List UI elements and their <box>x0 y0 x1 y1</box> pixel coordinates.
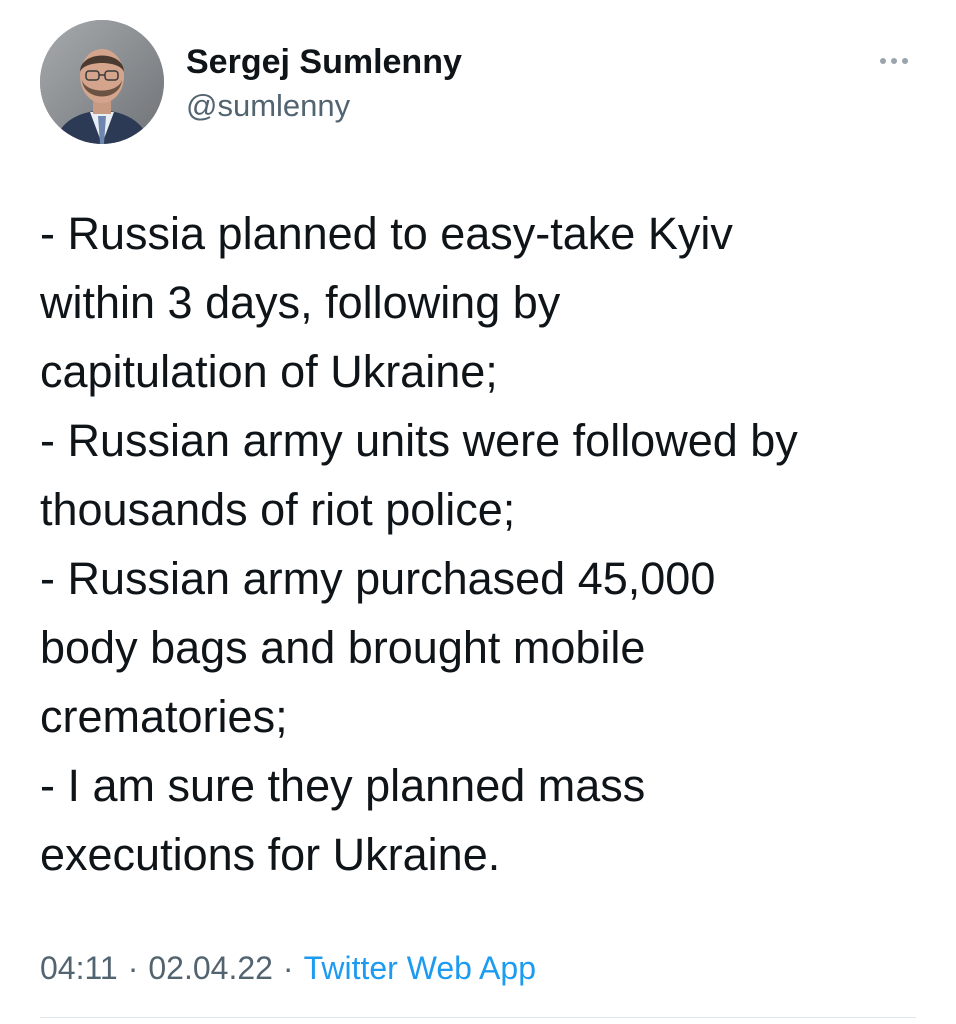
more-dot <box>902 58 908 64</box>
tweet-time[interactable]: 04:11 <box>40 950 118 986</box>
tweet-text-line: - I am sure they planned mass <box>40 760 646 811</box>
tweet-text-line: capitulation of Ukraine; <box>40 346 498 397</box>
tweet-source-link[interactable]: Twitter Web App <box>304 950 536 986</box>
tweet-text-line: - Russian army units were followed by <box>40 415 798 466</box>
profile-photo <box>40 20 164 144</box>
avatar[interactable] <box>40 20 164 144</box>
tweet-text-line: body bags and brought mobile <box>40 622 646 673</box>
tweet-text-line: executions for Ukraine. <box>40 829 501 880</box>
more-options-button[interactable] <box>868 44 920 78</box>
tweet-text-line: within 3 days, following by <box>40 277 561 328</box>
tweet-text-line: crematories; <box>40 691 288 742</box>
meta-separator: · <box>282 950 294 986</box>
tweet-meta: 04:11 · 02.04.22 · Twitter Web App <box>40 944 536 992</box>
author-display-name[interactable]: Sergej Sumlenny <box>186 40 462 84</box>
tweet-text-line: - Russia planned to easy-take Kyiv <box>40 208 733 259</box>
more-horizontal-icon <box>880 58 886 64</box>
tweet-detail: Sergej Sumlenny @sumlenny - Russia plann… <box>0 0 956 1024</box>
tweet-date[interactable]: 02.04.22 <box>148 950 273 986</box>
meta-separator: · <box>127 950 139 986</box>
more-dot <box>891 58 897 64</box>
tweet-text-line: thousands of riot police; <box>40 484 516 535</box>
tweet-text: - Russia planned to easy-take Kyiv withi… <box>40 199 920 889</box>
tweet-text-line: - Russian army purchased 45,000 <box>40 553 716 604</box>
author-handle[interactable]: @sumlenny <box>186 86 350 126</box>
divider <box>40 1017 916 1018</box>
